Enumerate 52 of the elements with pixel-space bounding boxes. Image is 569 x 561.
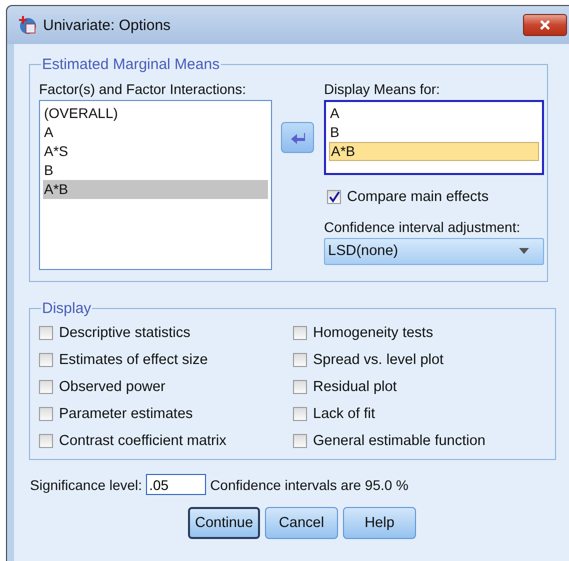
- checkbox-label: Contrast coefficient matrix: [59, 432, 226, 449]
- close-icon: [539, 19, 551, 31]
- close-button[interactable]: [523, 14, 567, 36]
- checkbox-label: Observed power: [59, 378, 166, 395]
- dropdown-value: LSD(none): [328, 243, 398, 259]
- app-icon: [17, 15, 37, 35]
- list-item[interactable]: A*B: [329, 142, 539, 161]
- checkbox-label: Residual plot: [313, 378, 397, 395]
- significance-field[interactable]: .05: [146, 474, 206, 495]
- list-item[interactable]: A: [43, 123, 268, 142]
- dialog-button[interactable]: Continue: [188, 507, 260, 539]
- list-item[interactable]: (OVERALL): [43, 104, 268, 123]
- left-arrow-icon: [290, 130, 306, 144]
- checkbox[interactable]: [293, 434, 307, 448]
- checkbox[interactable]: [39, 326, 53, 340]
- checkbox-label: General estimable function: [313, 432, 486, 449]
- checkbox[interactable]: [39, 406, 53, 421]
- list-item[interactable]: A*S: [43, 142, 268, 161]
- list-label: Factor(s) and Factor Interactions:: [39, 81, 247, 97]
- factor-list[interactable]: (OVERALL) A A*S B A*B: [39, 100, 272, 270]
- checkbox-label: Parameter estimates: [59, 406, 193, 422]
- checkbox[interactable]: [293, 326, 307, 340]
- confidence-note: Confidence intervals are 95.0 %: [210, 476, 409, 492]
- dropdown-label: Confidence interval adjustment:: [324, 218, 522, 234]
- checkbox[interactable]: [39, 434, 53, 448]
- checkbox-label: Descriptive statistics: [59, 324, 190, 341]
- dialog-button[interactable]: Help: [343, 507, 416, 539]
- checkbox-label: Compare main effects: [347, 188, 489, 205]
- group-title: Estimated Marginal Means: [41, 56, 221, 73]
- checkbox-label: Estimates of effect size: [59, 352, 208, 368]
- move-button[interactable]: [281, 122, 314, 153]
- group-title: Display: [41, 300, 92, 317]
- window-title: Univariate: Options: [43, 16, 172, 34]
- checkbox[interactable]: [39, 380, 53, 394]
- adjustment-dropdown[interactable]: LSD(none): [324, 238, 544, 264]
- checkbox-label: Spread vs. level plot: [313, 352, 444, 368]
- checkbox[interactable]: [39, 352, 53, 367]
- checkbox-label: Lack of fit: [313, 406, 376, 422]
- checkbox[interactable]: [327, 190, 341, 204]
- checkbox[interactable]: [293, 352, 307, 367]
- checkbox[interactable]: [293, 406, 307, 421]
- checkbox[interactable]: [293, 380, 307, 394]
- field-label: Significance level:: [30, 476, 142, 492]
- caret-icon: [519, 248, 529, 254]
- list-item[interactable]: B: [43, 161, 268, 180]
- list-label: Display Means for:: [324, 81, 441, 97]
- list-item[interactable]: A*B: [43, 180, 268, 199]
- dialog-button[interactable]: Cancel: [265, 507, 338, 539]
- display-means-list[interactable]: A B A*B: [324, 100, 544, 175]
- list-item[interactable]: A: [329, 104, 539, 123]
- list-item[interactable]: B: [329, 123, 539, 142]
- checkbox-label: Homogeneity tests: [313, 324, 434, 341]
